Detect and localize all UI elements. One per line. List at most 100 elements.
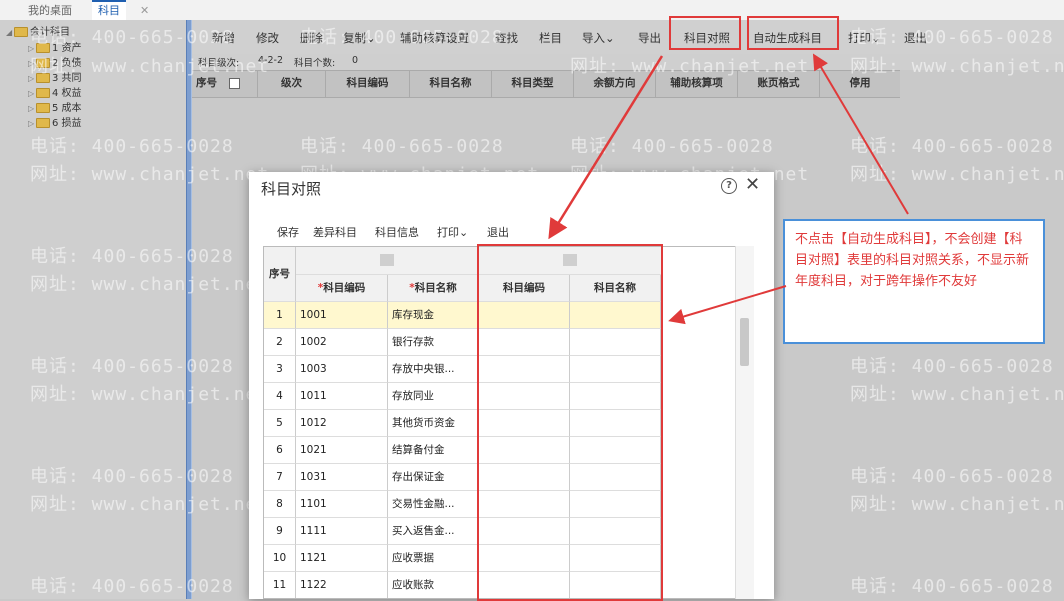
col-old-name-header: *科目名称 bbox=[388, 275, 479, 302]
expand-icon[interactable]: ▷ bbox=[28, 87, 36, 101]
row-old-name: 应收票据 bbox=[388, 545, 479, 572]
tree-item-liabilities[interactable]: ▷ 2 负债 bbox=[28, 57, 82, 71]
col-disabled[interactable]: 停用 bbox=[820, 71, 900, 97]
row-old-code: 1003 bbox=[296, 356, 388, 383]
watermark-site: 网址: www.chanjet.net bbox=[850, 494, 1064, 515]
folder-icon bbox=[36, 118, 50, 128]
col-code[interactable]: 科目编码 bbox=[326, 71, 410, 97]
col-ledger-format[interactable]: 账页格式 bbox=[738, 71, 820, 97]
scrollbar-thumb[interactable] bbox=[740, 318, 749, 366]
panel-splitter[interactable] bbox=[186, 20, 192, 599]
col-level[interactable]: 级次 bbox=[258, 71, 326, 97]
row-old-name: 买入返售金... bbox=[388, 518, 479, 545]
highlight-auto-generate bbox=[747, 16, 839, 50]
row-seq: 10 bbox=[264, 545, 296, 572]
tab-my-desktop[interactable]: 我的桌面 bbox=[22, 2, 78, 19]
highlight-subject-mapping bbox=[669, 16, 741, 50]
subject-info-bar: 科目级次: 4-2-2 科目个数: 0 bbox=[192, 54, 1064, 70]
dialog-subject-info-button[interactable]: 科目信息 bbox=[375, 224, 419, 240]
watermark-phone: 电话: 400-665-0028 bbox=[850, 466, 1054, 487]
row-old-name: 交易性金融... bbox=[388, 491, 479, 518]
row-old-code: 1122 bbox=[296, 572, 388, 598]
row-old-code: 1031 bbox=[296, 464, 388, 491]
tree-item-label: 1 资产 bbox=[52, 43, 82, 54]
col-type[interactable]: 科目类型 bbox=[492, 71, 574, 97]
delete-button[interactable]: 删除 bbox=[300, 30, 323, 46]
level-label: 科目级次: bbox=[198, 58, 240, 69]
tab-subject[interactable]: 科目 bbox=[92, 0, 126, 22]
print-dropdown-button[interactable]: 打印⌄ bbox=[848, 30, 881, 46]
tree-item-common[interactable]: ▷ 3 共同 bbox=[28, 72, 82, 86]
tree-item-assets[interactable]: ▷ 1 资产 bbox=[28, 42, 82, 56]
find-button[interactable]: 查找 bbox=[495, 30, 518, 46]
row-old-name: 存出保证金 bbox=[388, 464, 479, 491]
folder-icon bbox=[36, 43, 50, 53]
folder-icon bbox=[36, 88, 50, 98]
expand-icon[interactable]: ▷ bbox=[28, 117, 36, 131]
edit-button[interactable]: 修改 bbox=[256, 30, 279, 46]
row-old-code: 1011 bbox=[296, 383, 388, 410]
tree-item-equity[interactable]: ▷ 4 权益 bbox=[28, 87, 82, 101]
copy-dropdown-button[interactable]: 复制⌄ bbox=[343, 30, 376, 46]
tree-item-label: 5 成本 bbox=[52, 103, 82, 114]
row-seq: 9 bbox=[264, 518, 296, 545]
row-seq: 3 bbox=[264, 356, 296, 383]
tree-root-label: 会计科目 bbox=[30, 27, 70, 38]
dialog-diff-subject-button[interactable]: 差异科目 bbox=[313, 224, 357, 240]
row-old-name: 存放中央银... bbox=[388, 356, 479, 383]
level-value: 4-2-2 bbox=[258, 55, 283, 66]
watermark-phone: 电话: 400-665-0028 bbox=[850, 576, 1054, 597]
folder-icon bbox=[36, 58, 50, 68]
exit-button[interactable]: 退出 bbox=[904, 30, 927, 46]
folder-icon bbox=[36, 103, 50, 113]
row-seq: 8 bbox=[264, 491, 296, 518]
select-all-checkbox[interactable] bbox=[228, 77, 240, 89]
tree-item-label: 4 权益 bbox=[52, 88, 82, 99]
watermark-phone: 电话: 400-665-0028 bbox=[570, 136, 774, 157]
close-tab-icon[interactable]: ✕ bbox=[134, 2, 155, 19]
expand-icon[interactable]: ▷ bbox=[28, 57, 36, 71]
export-button[interactable]: 导出 bbox=[638, 30, 661, 46]
help-icon[interactable]: ? bbox=[721, 178, 737, 194]
add-button[interactable]: 新增 bbox=[212, 30, 235, 46]
tree-root[interactable]: ◢ 会计科目 bbox=[6, 26, 70, 40]
expand-icon[interactable]: ▷ bbox=[28, 42, 36, 56]
row-seq: 6 bbox=[264, 437, 296, 464]
row-old-code: 1111 bbox=[296, 518, 388, 545]
col-name[interactable]: 科目名称 bbox=[410, 71, 492, 97]
watermark-phone: 电话: 400-665-0028 bbox=[850, 356, 1054, 377]
subject-tree: ◢ 会计科目 ▷ 1 资产 ▷ 2 负债 ▷ 3 共同 ▷ 4 权益 ▷ 5 成本 ▷ 6 损… bbox=[0, 20, 186, 599]
tree-item-cost[interactable]: ▷ 5 成本 bbox=[28, 102, 82, 116]
vertical-scrollbar[interactable] bbox=[735, 246, 754, 599]
row-old-name: 其他货币资金 bbox=[388, 410, 479, 437]
row-old-name: 结算备付金 bbox=[388, 437, 479, 464]
col-old-name-label: 科目名称 bbox=[414, 282, 457, 294]
collapse-icon[interactable]: ◢ bbox=[6, 26, 14, 40]
dialog-print-dropdown-button[interactable]: 打印⌄ bbox=[437, 224, 468, 240]
row-old-name: 存放同业 bbox=[388, 383, 479, 410]
aux-accounting-settings-button[interactable]: 辅助核算设置 bbox=[400, 30, 469, 46]
blurred-year-label bbox=[380, 254, 394, 266]
expand-icon[interactable]: ▷ bbox=[28, 72, 36, 86]
row-old-name: 库存现金 bbox=[388, 302, 479, 329]
watermark-phone: 电话: 400-665-0028 bbox=[300, 136, 504, 157]
columns-button[interactable]: 栏目 bbox=[539, 30, 562, 46]
col-old-code-label: 科目编码 bbox=[323, 282, 366, 294]
tree-item-profit-loss[interactable]: ▷ 6 损益 bbox=[28, 117, 82, 131]
col-aux-item[interactable]: 辅助核算项 bbox=[656, 71, 738, 97]
dialog-title: 科目对照 bbox=[261, 180, 322, 198]
expand-icon[interactable]: ▷ bbox=[28, 102, 36, 116]
row-seq: 11 bbox=[264, 572, 296, 598]
import-dropdown-button[interactable]: 导入⌄ bbox=[582, 30, 615, 46]
dialog-exit-button[interactable]: 退出 bbox=[487, 224, 509, 240]
close-icon[interactable]: ✕ bbox=[745, 174, 760, 195]
col-seq-header: 序号 bbox=[264, 247, 296, 302]
count-label: 科目个数: bbox=[294, 58, 336, 69]
row-seq: 5 bbox=[264, 410, 296, 437]
watermark-site: 网址: www.chanjet.net bbox=[850, 384, 1064, 405]
folder-icon bbox=[14, 27, 28, 37]
row-old-name: 银行存款 bbox=[388, 329, 479, 356]
annotation-callout: 不点击【自动生成科目】，不会创建【科目对照】表里的科目对照关系，不显示新年度科目… bbox=[783, 219, 1045, 344]
dialog-save-button[interactable]: 保存 bbox=[277, 224, 299, 240]
col-balance-direction[interactable]: 余额方向 bbox=[574, 71, 656, 97]
